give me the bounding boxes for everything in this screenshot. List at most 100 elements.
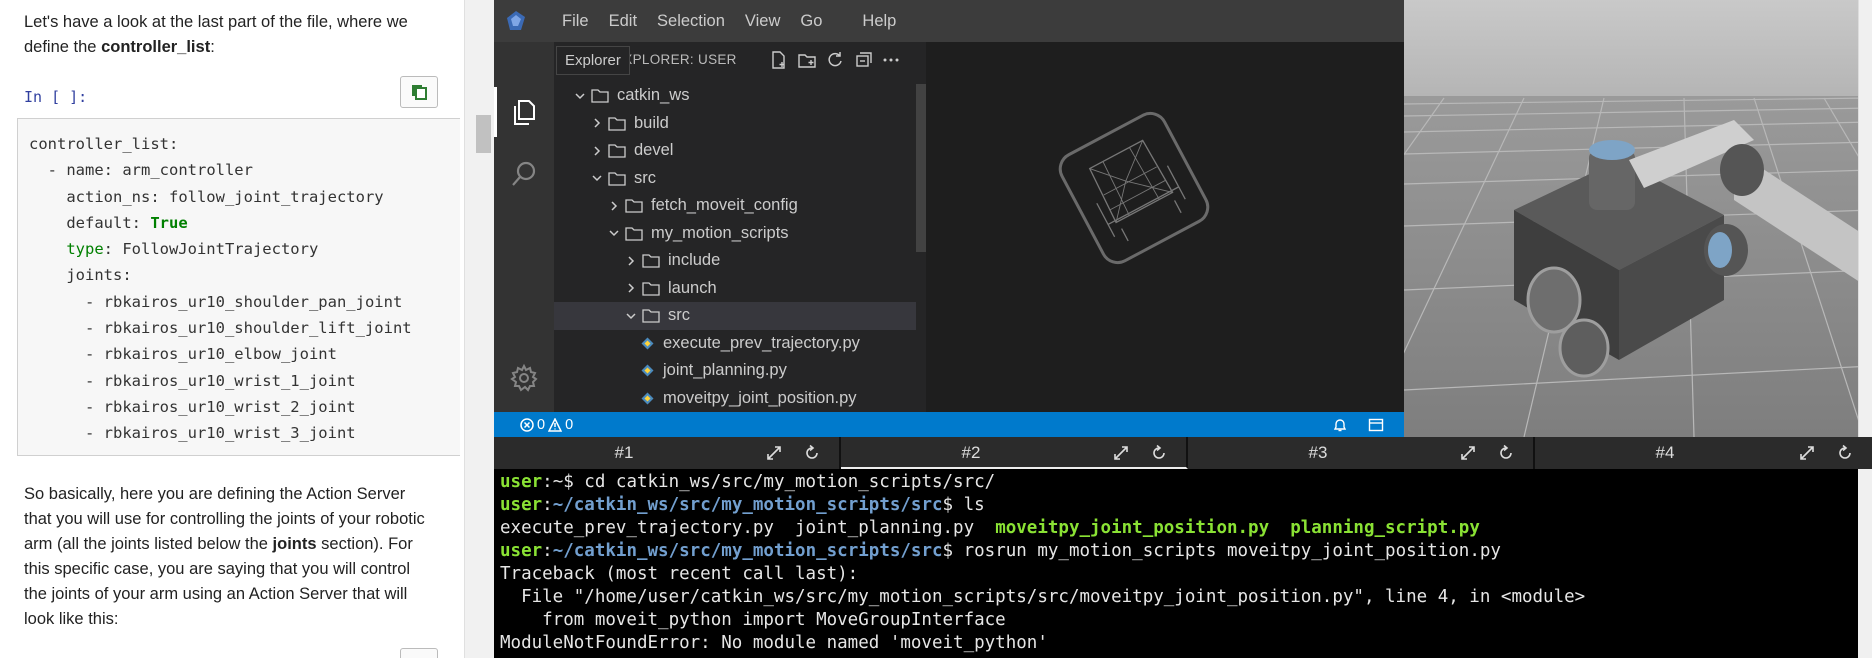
menu-go[interactable]: Go: [790, 0, 832, 42]
new-folder-icon[interactable]: [796, 49, 818, 71]
chevron-down-icon: [588, 169, 606, 187]
terminal-tab-3[interactable]: #3: [1188, 437, 1535, 469]
code-value: arm_controller: [122, 161, 253, 180]
para2-bold: joints: [272, 535, 317, 553]
more-actions-icon[interactable]: [880, 49, 902, 71]
reload-icon[interactable]: [803, 444, 821, 462]
chevron-down-icon: [622, 307, 640, 325]
code-indent: -: [29, 397, 104, 416]
tree-folder[interactable]: launch: [554, 275, 916, 303]
tree-folder[interactable]: catkin_ws: [554, 82, 916, 110]
expand-icon[interactable]: [1112, 444, 1130, 462]
menu-edit[interactable]: Edit: [599, 0, 647, 42]
terminal-tab-2[interactable]: #2: [841, 437, 1188, 469]
terminal-tab-4[interactable]: #4: [1535, 437, 1872, 469]
terminal-segment: user: [500, 472, 543, 492]
status-right: [1332, 412, 1384, 437]
search-icon[interactable]: [506, 156, 542, 192]
explorer-tooltip: Explorer: [556, 46, 630, 75]
new-file-icon[interactable]: [768, 49, 790, 71]
explorer-scrollbar[interactable]: [916, 84, 926, 252]
terminal-line: File "/home/user/catkin_ws/src/my_motion…: [500, 586, 1858, 609]
copy-icon: [412, 85, 427, 100]
tree-folder[interactable]: build: [554, 110, 916, 138]
settings-gear-icon[interactable]: [506, 360, 542, 396]
code-cell[interactable]: controller_list: - name: arm_controller …: [17, 118, 460, 456]
code-key: rbkairos_ur10_wrist_3_joint: [103, 424, 356, 443]
terminal-tab-1[interactable]: #1: [494, 437, 841, 469]
expand-icon[interactable]: [1798, 444, 1816, 462]
terminal-segment: execute_prev_trajectory.py joint_plannin…: [500, 518, 996, 538]
tree-item-label: moveitpy_joint_position.py: [663, 388, 857, 407]
tree-item-label: execute_prev_trajectory.py: [663, 333, 860, 352]
terminal-scrollbar[interactable]: [1858, 469, 1872, 658]
tree-file[interactable]: execute_prev_trajectory.py: [554, 330, 916, 358]
tree-folder[interactable]: include: [554, 247, 916, 275]
terminal-line: user:~/catkin_ws/src/my_motion_scripts/s…: [500, 494, 1858, 517]
terminal-segment: user: [500, 541, 543, 561]
code-line: joints:: [29, 262, 460, 288]
tree-folder[interactable]: src: [554, 302, 916, 330]
tree-item-label: build: [634, 113, 669, 132]
reload-icon[interactable]: [1836, 444, 1854, 462]
simulation-scene: [1404, 0, 1872, 437]
explorer-icon[interactable]: [506, 94, 542, 130]
terminal-segment: from moveit_python import MoveGroupInter…: [500, 610, 1006, 630]
editor-area[interactable]: [926, 42, 1404, 412]
code-cell-header: In [ ]:: [24, 74, 460, 118]
tree-folder[interactable]: fetch_moveit_config: [554, 192, 916, 220]
problems-status[interactable]: 0 0: [520, 417, 573, 433]
code-line: - rbkairos_ur10_wrist_2_joint: [29, 394, 460, 420]
folder-icon: [606, 142, 628, 160]
terminal-output[interactable]: user:~$ cd catkin_ws/src/my_motion_scrip…: [494, 469, 1858, 658]
code-line: action_ns: follow_joint_trajectory: [29, 184, 460, 210]
menu-help[interactable]: Help: [852, 0, 906, 42]
code-indent: -: [29, 161, 67, 180]
reload-icon[interactable]: [1150, 444, 1168, 462]
copy-button[interactable]: [400, 76, 438, 108]
refresh-icon[interactable]: [824, 49, 846, 71]
code-key: action_ns:: [66, 187, 169, 206]
tree-folder[interactable]: devel: [554, 137, 916, 165]
code-line: - rbkairos_ur10_shoulder_lift_joint: [29, 315, 460, 341]
error-icon: [520, 417, 534, 432]
notebook-scrollbar-thumb[interactable]: [476, 115, 491, 153]
warning-icon: [548, 417, 563, 432]
layout-panel-icon[interactable]: [1368, 417, 1384, 433]
terminal-segment: :~$ cd catkin_ws/src/my_motion_scripts/s…: [542, 472, 996, 492]
expand-icon[interactable]: [765, 444, 783, 462]
simulation-viewport[interactable]: [1404, 0, 1872, 437]
chevron-down-icon: [605, 224, 623, 242]
file-tree: catkin_ws build devel src fetch_moveit_confi…: [554, 82, 916, 412]
viewport-scrollbar[interactable]: [1858, 0, 1872, 437]
tree-file[interactable]: joint_planning.py: [554, 357, 916, 385]
tree-folder[interactable]: my_motion_scripts: [554, 220, 916, 248]
code-line: - name: arm_controller: [29, 157, 460, 183]
notebook-scrollbar[interactable]: [464, 0, 494, 658]
tree-folder[interactable]: src: [554, 165, 916, 193]
terminal-segment: File "/home/user/catkin_ws/src/my_motion…: [500, 587, 1586, 607]
intro-paragraph: Let's have a look at the last part of th…: [24, 10, 434, 60]
code-key: rbkairos_ur10_shoulder_pan_joint: [103, 292, 403, 311]
expand-icon[interactable]: [1459, 444, 1477, 462]
notifications-bell-icon[interactable]: [1332, 417, 1348, 433]
tree-item-label: joint_planning.py: [663, 361, 787, 380]
terminal-line: from moveit_python import MoveGroupInter…: [500, 609, 1858, 632]
next-copy-button[interactable]: [400, 648, 438, 658]
status-bar: 0 0: [494, 412, 1404, 437]
app-logo-icon: [496, 0, 536, 42]
code-line: - rbkairos_ur10_shoulder_pan_joint: [29, 289, 460, 315]
code-key: rbkairos_ur10_elbow_joint: [103, 345, 337, 364]
menu-file[interactable]: File: [552, 0, 599, 42]
reload-icon[interactable]: [1497, 444, 1515, 462]
code-indent: -: [29, 424, 104, 443]
menu-view[interactable]: View: [735, 0, 790, 42]
tree-file[interactable]: moveitpy_joint_position.py: [554, 385, 916, 413]
collapse-all-icon[interactable]: [852, 49, 874, 71]
code-line: - rbkairos_ur10_wrist_1_joint: [29, 368, 460, 394]
empty-editor-chair-logo: [1058, 111, 1210, 265]
menu-selection[interactable]: Selection: [647, 0, 735, 42]
terminal-tab-label: #1: [614, 443, 634, 462]
chevron-right-icon: [588, 114, 606, 132]
terminal-segment: [1269, 518, 1290, 538]
